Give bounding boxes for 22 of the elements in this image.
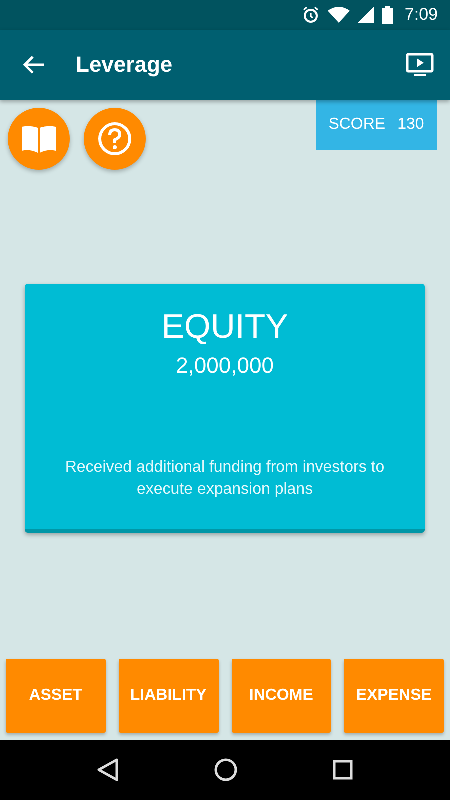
- answer-button[interactable]: INCOME: [232, 659, 332, 733]
- answer-button[interactable]: LIABILITY: [118, 659, 218, 733]
- screen-title: Leverage: [76, 52, 174, 78]
- answer-button[interactable]: ASSET: [6, 659, 106, 733]
- card-amount: 2,000,000: [176, 353, 274, 379]
- wifi-icon: [328, 7, 350, 23]
- score-value: 130: [398, 116, 424, 134]
- clock-time: 7:09: [404, 5, 438, 25]
- help-icon: [98, 122, 132, 156]
- back-icon[interactable]: [97, 758, 120, 782]
- alarm-icon: [302, 6, 320, 24]
- score-label: SCORE: [328, 116, 386, 134]
- signal-icon: [358, 7, 374, 23]
- battery-icon: [382, 6, 393, 24]
- back-arrow-icon[interactable]: [22, 55, 46, 75]
- screen-play-icon[interactable]: [406, 53, 434, 77]
- card-description: Received additional funding from investors to execute expansion plans: [64, 458, 386, 500]
- home-icon[interactable]: [214, 758, 238, 782]
- answer-button[interactable]: EXPENSE: [344, 659, 444, 733]
- book-icon: [21, 125, 57, 153]
- recents-icon[interactable]: [332, 760, 353, 780]
- card-title: EQUITY: [162, 308, 288, 347]
